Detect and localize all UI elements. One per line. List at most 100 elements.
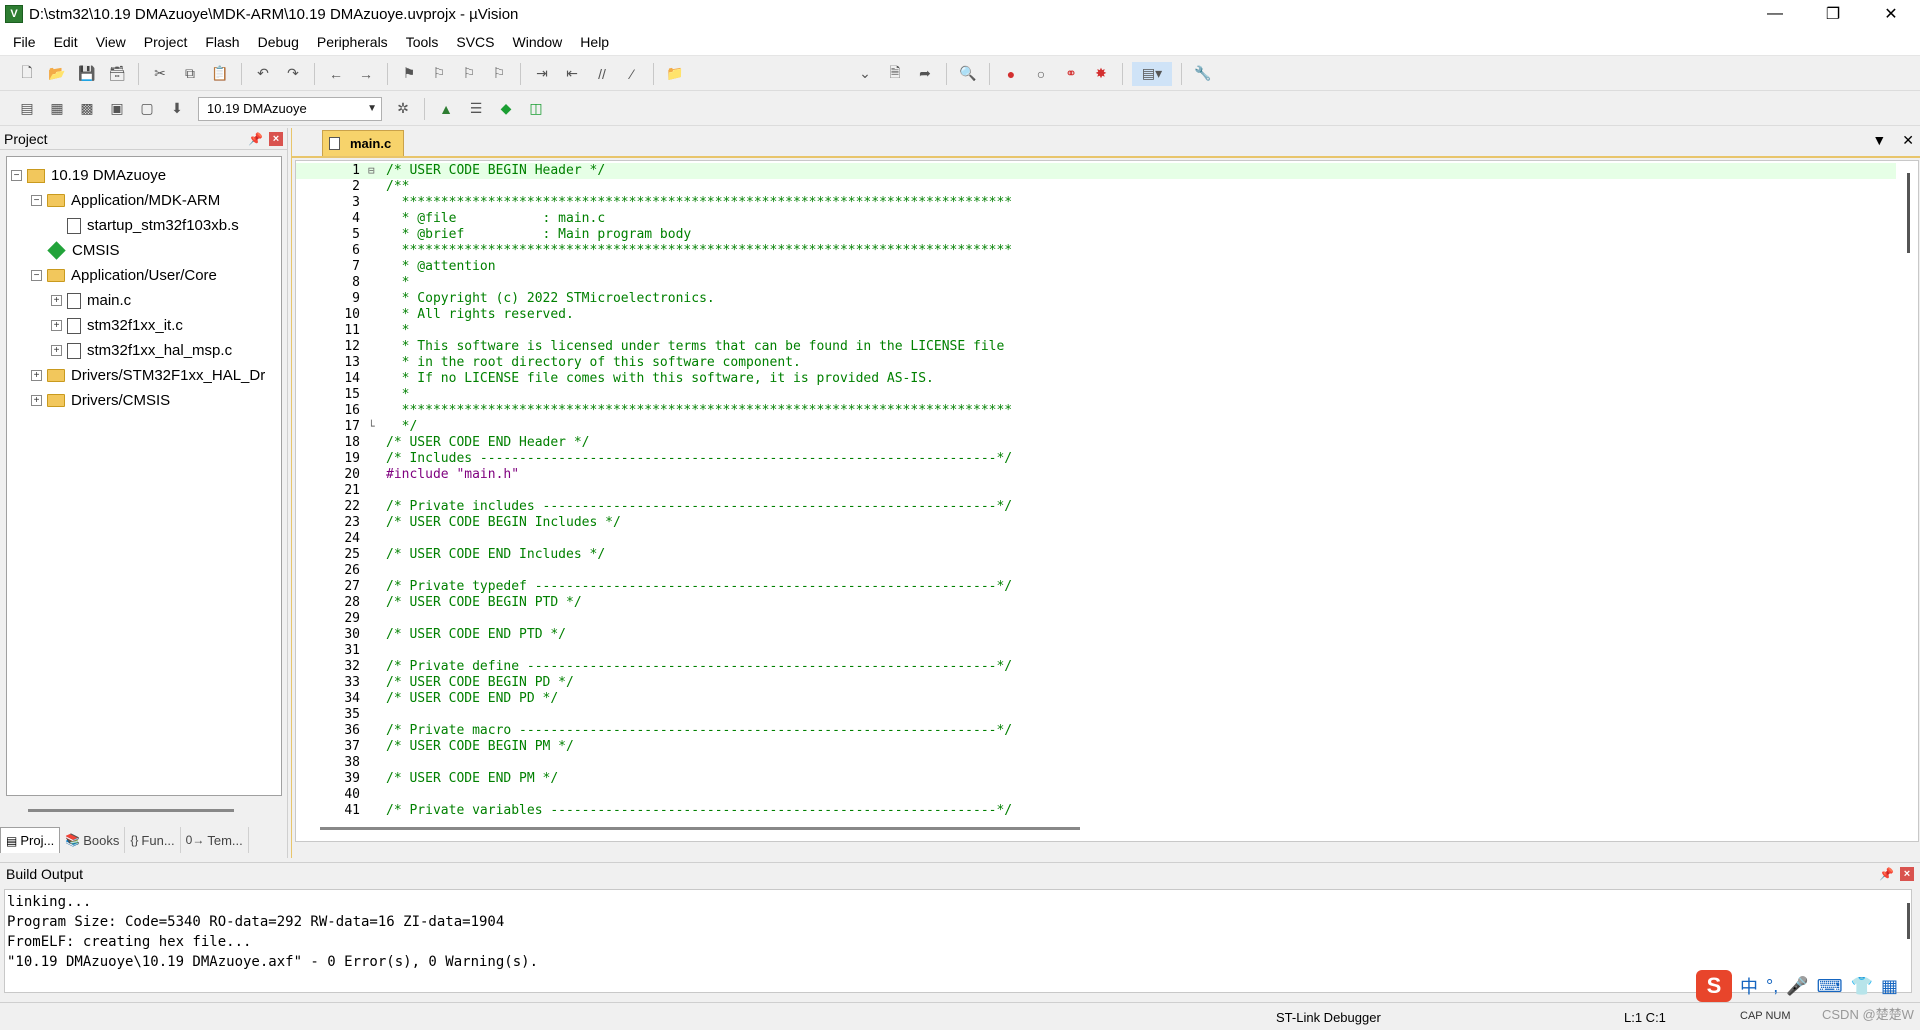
- restore-button[interactable]: ❐: [1804, 0, 1862, 28]
- run-time-environment-icon[interactable]: ◫: [524, 97, 548, 121]
- expand-icon[interactable]: +: [51, 295, 62, 306]
- code-line[interactable]: 33 /* USER CODE BEGIN PD */: [296, 675, 1896, 691]
- manage-books-icon[interactable]: ☰: [464, 97, 488, 121]
- download-icon[interactable]: ⬇: [165, 97, 189, 121]
- uncomment-icon[interactable]: ⁄: [620, 62, 644, 86]
- code-line[interactable]: 4 * @file : main.c: [296, 211, 1896, 227]
- tab-templates[interactable]: 0→ Tem...: [181, 827, 249, 853]
- comment-icon[interactable]: //: [590, 62, 614, 86]
- collapse-icon[interactable]: −: [31, 195, 42, 206]
- tree-item-group[interactable]: − Application/User/Core: [7, 263, 281, 288]
- find-in-files-icon[interactable]: 📁: [663, 62, 687, 86]
- code-line[interactable]: 26: [296, 563, 1896, 579]
- copy-icon[interactable]: ⧉: [178, 62, 202, 86]
- code-line[interactable]: 24: [296, 531, 1896, 547]
- target-select[interactable]: 10.19 DMAzuoye ▼: [198, 96, 382, 121]
- menu-help[interactable]: Help: [571, 28, 618, 56]
- tab-list-icon[interactable]: ▼: [1872, 132, 1886, 149]
- editor-hscrollbar[interactable]: [320, 827, 1080, 830]
- save-all-icon[interactable]: 🗃: [105, 62, 129, 86]
- paste-icon[interactable]: 📋: [208, 62, 232, 86]
- nav-back-icon[interactable]: ←: [324, 62, 348, 86]
- redo-icon[interactable]: ↷: [281, 62, 305, 86]
- code-line[interactable]: 8 *: [296, 275, 1896, 291]
- menu-flash[interactable]: Flash: [196, 28, 248, 56]
- indent-icon[interactable]: ⇥: [530, 62, 554, 86]
- collapse-icon[interactable]: −: [11, 170, 22, 181]
- code-line[interactable]: 40: [296, 787, 1896, 803]
- code-line[interactable]: 22 /* Private includes ------------------…: [296, 499, 1896, 515]
- menu-edit[interactable]: Edit: [45, 28, 87, 56]
- pin-icon[interactable]: 📌: [248, 132, 263, 146]
- code-line[interactable]: 28 /* USER CODE BEGIN PTD */: [296, 595, 1896, 611]
- close-icon[interactable]: ✕: [1902, 132, 1914, 149]
- expand-icon[interactable]: +: [51, 320, 62, 331]
- select-packs-icon[interactable]: ◆: [494, 97, 518, 121]
- find-dropdown-icon[interactable]: ⌄: [853, 62, 877, 86]
- expand-icon[interactable]: +: [31, 370, 42, 381]
- disable-breakpoint-icon[interactable]: ○: [1029, 62, 1053, 86]
- ime-language[interactable]: 中: [1740, 973, 1758, 999]
- bookmark-icon[interactable]: ⚑: [397, 62, 421, 86]
- target-options-icon[interactable]: ✲: [391, 97, 415, 121]
- code-line[interactable]: 11 *: [296, 323, 1896, 339]
- expand-icon[interactable]: +: [31, 395, 42, 406]
- expand-icon[interactable]: +: [51, 345, 62, 356]
- batch-build-icon[interactable]: ▣: [105, 97, 129, 121]
- kill-breakpoints-icon[interactable]: ✸: [1089, 62, 1113, 86]
- tab-books[interactable]: 📚 Books: [60, 827, 126, 853]
- keyboard-icon[interactable]: ⌨: [1817, 976, 1843, 997]
- incremental-find-icon[interactable]: ➦: [913, 62, 937, 86]
- menu-peripherals[interactable]: Peripherals: [308, 28, 397, 56]
- code-line[interactable]: 18 /* USER CODE END Header */: [296, 435, 1896, 451]
- code-line[interactable]: 1 ⊟ /* USER CODE BEGIN Header */: [296, 163, 1896, 179]
- code-line[interactable]: 21: [296, 483, 1896, 499]
- pin-icon[interactable]: 📌: [1879, 867, 1894, 881]
- close-icon[interactable]: ×: [1900, 867, 1914, 881]
- code-line[interactable]: 30 /* USER CODE END PTD */: [296, 627, 1896, 643]
- tree-item-group[interactable]: + Drivers/CMSIS: [7, 388, 281, 413]
- code-line[interactable]: 36 /* Private macro ---------------------…: [296, 723, 1896, 739]
- code-line[interactable]: 23 /* USER CODE BEGIN Includes */: [296, 515, 1896, 531]
- tree-item-file[interactable]: startup_stm32f103xb.s: [7, 213, 281, 238]
- punctuation-icon[interactable]: °,: [1766, 976, 1778, 997]
- bookmark-prev-icon[interactable]: ⚐: [427, 62, 451, 86]
- tree-item-file[interactable]: + stm32f1xx_it.c: [7, 313, 281, 338]
- code-editor[interactable]: 1 ⊟/* USER CODE BEGIN Header */2/** 3 ****…: [295, 160, 1919, 842]
- cut-icon[interactable]: ✂: [148, 62, 172, 86]
- build-icon[interactable]: ▦: [45, 97, 69, 121]
- code-line[interactable]: 25 /* USER CODE END Includes */: [296, 547, 1896, 563]
- start-debug-icon[interactable]: 🔍: [956, 62, 980, 86]
- code-line[interactable]: 34 /* USER CODE END PD */: [296, 691, 1896, 707]
- code-line[interactable]: 5 * @brief : Main program body: [296, 227, 1896, 243]
- code-line[interactable]: 20 #include "main.h": [296, 467, 1896, 483]
- menu-debug[interactable]: Debug: [249, 28, 308, 56]
- close-button[interactable]: ✕: [1862, 0, 1920, 28]
- close-icon[interactable]: ×: [269, 131, 283, 146]
- undo-icon[interactable]: ↶: [251, 62, 275, 86]
- code-line[interactable]: 13 * in the root directory of this softw…: [296, 355, 1896, 371]
- bookmark-next-icon[interactable]: ⚐: [457, 62, 481, 86]
- minimize-button[interactable]: —: [1746, 0, 1804, 28]
- code-line[interactable]: 7 * @attention: [296, 259, 1896, 275]
- code-line[interactable]: 39 /* USER CODE END PM */: [296, 771, 1896, 787]
- stop-build-icon[interactable]: ▢: [135, 97, 159, 121]
- tab-functions[interactable]: {} Fun...: [125, 827, 181, 853]
- tree-item-group[interactable]: − Application/MDK-ARM: [7, 188, 281, 213]
- toolbox-icon[interactable]: ▦: [1881, 976, 1898, 997]
- code-line[interactable]: 19 /* Includes --------------------------…: [296, 451, 1896, 467]
- code-line[interactable]: 17 └ */: [296, 419, 1896, 435]
- fold-marker-icon[interactable]: ⊟: [368, 163, 378, 179]
- build-vscrollbar[interactable]: [1907, 903, 1910, 939]
- disable-all-breakpoints-icon[interactable]: ⚭: [1059, 62, 1083, 86]
- build-output-text[interactable]: linking... Program Size: Code=5340 RO-da…: [4, 889, 1912, 993]
- menu-window[interactable]: Window: [504, 28, 572, 56]
- tree-item-project[interactable]: − 10.19 DMAzuoye: [7, 163, 281, 188]
- tab-project[interactable]: ▤ Proj...: [0, 827, 61, 853]
- code-line[interactable]: 31: [296, 643, 1896, 659]
- code-line[interactable]: 27 /* Private typedef -------------------…: [296, 579, 1896, 595]
- menu-file[interactable]: File: [4, 28, 45, 56]
- menu-project[interactable]: Project: [135, 28, 197, 56]
- code-line[interactable]: 29: [296, 611, 1896, 627]
- code-line[interactable]: 2 /**: [296, 179, 1896, 195]
